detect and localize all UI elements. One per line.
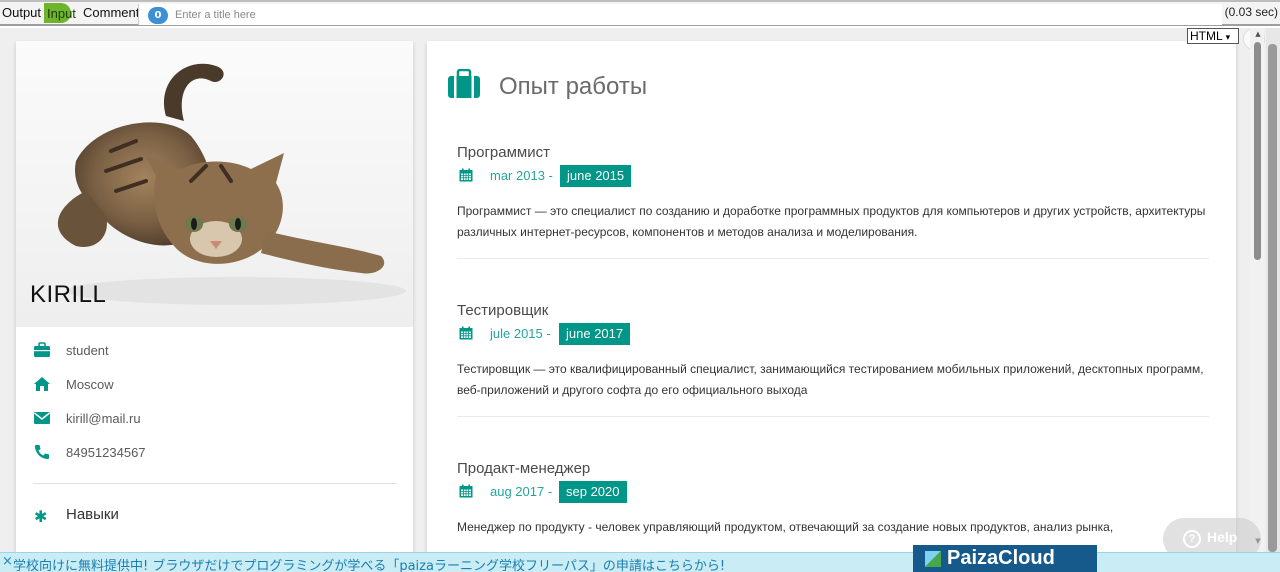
job-start-date: aug 2017 - [490, 484, 553, 499]
job-description: Тестировщик — это квалифицированный спец… [457, 362, 1204, 397]
profile-name: KIRILL [30, 281, 107, 308]
chevron-down-icon: ▾ [1225, 32, 1231, 42]
asterisk-icon: ✱ [34, 507, 48, 526]
output-frame: KIRILL student Moscow kirill@mail.ru 849… [0, 28, 1280, 552]
phone-text: 84951234567 [66, 445, 146, 460]
title-input[interactable] [138, 4, 1222, 25]
info-occupation: student [33, 341, 393, 361]
logo-text: PaizaCloud [947, 547, 1055, 569]
tab-output[interactable]: Output [2, 5, 41, 20]
job-dates: aug 2017 - sep 2020 [457, 481, 857, 503]
divider [33, 483, 397, 484]
job-dates: jule 2015 - june 2017 [457, 323, 857, 345]
skills-title: Навыки [66, 506, 119, 523]
info-phone: 84951234567 [33, 443, 393, 463]
profile-photo: KIRILL [16, 41, 413, 327]
job-title: Программист [457, 144, 550, 161]
job-title: Тестировщик [457, 302, 549, 319]
job-end-date-badge: sep 2020 [559, 481, 627, 503]
home-icon [34, 377, 50, 391]
job-start-date: mar 2013 - [490, 168, 553, 183]
calendar-icon [459, 484, 473, 498]
editor-topbar: Output Input Comments 0 (0.03 sec) [0, 0, 1280, 26]
comments-count-badge: 0 [148, 7, 168, 24]
phone-icon [35, 445, 49, 459]
occupation-text: student [66, 343, 109, 358]
scrollbar-thumb[interactable] [1254, 42, 1261, 260]
question-icon: ? [1183, 530, 1201, 548]
promo-banner[interactable]: × 学校向けに無料提供中! ブラウザだけでプログラミングが学べる「paizaラー… [0, 545, 1280, 572]
experience-card: Опыт работы Программист mar 2013 - june … [427, 41, 1236, 552]
help-button[interactable]: ? Help [1163, 518, 1261, 552]
job-end-date-badge: june 2017 [559, 323, 631, 345]
outer-scrollbar-thumb[interactable] [1268, 44, 1277, 552]
info-email: kirill@mail.ru [33, 409, 393, 429]
email-text: kirill@mail.ru [66, 411, 141, 426]
profile-card: KIRILL student Moscow kirill@mail.ru 849… [16, 41, 413, 552]
job-title: Продакт-менеджер [457, 460, 591, 477]
close-icon[interactable]: × [2, 554, 13, 569]
language-select[interactable]: HTML ▾ [1187, 28, 1239, 44]
calendar-icon [459, 326, 473, 340]
divider [457, 258, 1209, 259]
envelope-icon [34, 412, 50, 424]
paizacloud-logo[interactable]: PaizaCloud [913, 545, 1097, 572]
calendar-icon [459, 168, 473, 182]
tab-input[interactable]: Input [44, 3, 76, 23]
job-start-date: jule 2015 - [490, 326, 551, 341]
promo-text[interactable]: 学校向けに無料提供中! ブラウザだけでプログラミングが学べる「paizaラーニン… [13, 555, 725, 572]
language-select-value: HTML [1190, 29, 1223, 43]
tab-comments[interactable]: Comments [83, 5, 146, 20]
scroll-up-arrow-icon[interactable]: ▲ [1253, 30, 1263, 38]
job-end-date-badge: june 2015 [560, 165, 632, 187]
info-city: Moscow [33, 375, 393, 395]
experience-title: Опыт работы [499, 73, 648, 100]
briefcase-icon [448, 69, 480, 98]
job-description: Программист — это специалист по созданию… [457, 204, 1206, 239]
job-description: Менеджер по продукту - человек управляющ… [457, 520, 1114, 534]
cube-logo-icon [925, 551, 941, 567]
job-dates: mar 2013 - june 2015 [457, 165, 857, 187]
city-text: Moscow [66, 377, 114, 392]
help-label: Help [1207, 529, 1238, 545]
briefcase-icon [34, 342, 50, 357]
divider [457, 416, 1209, 417]
execution-time: (0.03 sec) [1224, 5, 1278, 19]
